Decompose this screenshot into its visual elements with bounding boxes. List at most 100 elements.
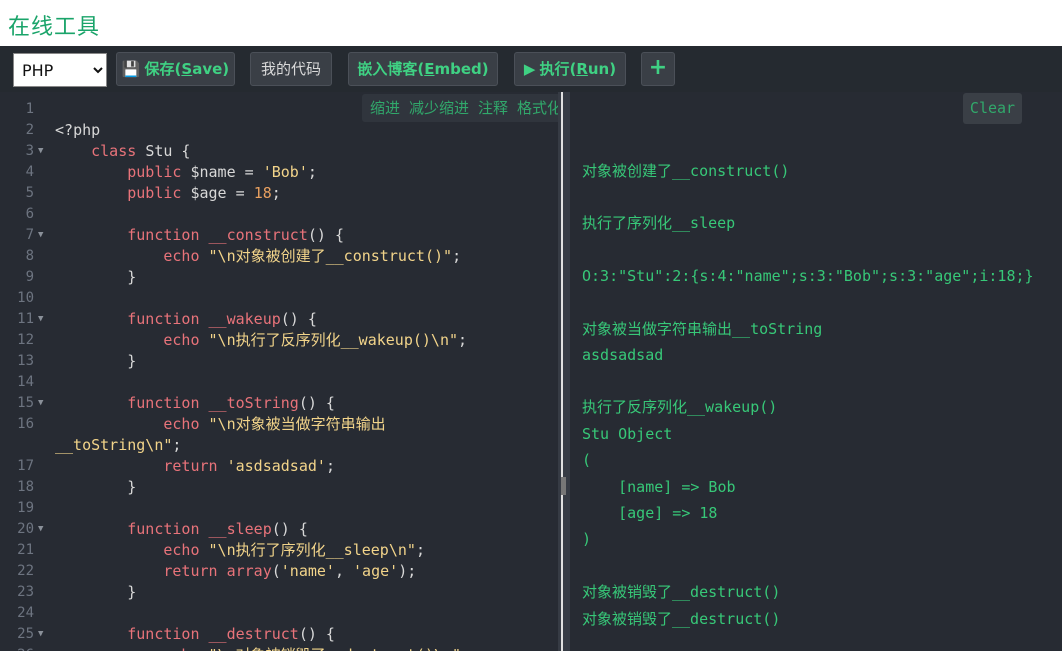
splitter-grip-icon[interactable]: [561, 477, 566, 495]
fold-arrow-icon[interactable]: ▼: [38, 624, 43, 645]
function-name: __destruct: [208, 625, 299, 643]
line-number: 18: [17, 479, 34, 495]
keyword: class: [91, 142, 137, 160]
keyword: echo: [163, 646, 199, 651]
save-label-key: S: [181, 60, 193, 78]
code-text: }: [55, 478, 137, 496]
code-line: 18 }: [0, 477, 558, 498]
fold-arrow-icon[interactable]: ▼: [38, 141, 43, 162]
line-number: 22: [17, 563, 34, 579]
splitter-line: [561, 495, 563, 651]
string-literal: 'Bob': [262, 163, 308, 181]
code-line: __toString\n";: [0, 435, 558, 456]
clear-button[interactable]: Clear: [963, 93, 1022, 124]
plus-icon: +: [648, 55, 668, 80]
editor-context-menu: 缩进 减少缩进 注释 格式化: [362, 94, 580, 122]
code-text: public $name = 'Bob';: [127, 163, 317, 181]
line-number: 11: [17, 311, 34, 327]
keyword: public: [127, 184, 182, 202]
line-number: 12: [17, 332, 34, 348]
save-label-pre: 保存(: [144, 60, 182, 78]
keyword: function: [127, 226, 200, 244]
string-literal: 'asdsadsad': [226, 457, 326, 475]
output-line: 执行了反序列化__wakeup(): [582, 398, 778, 416]
string-literal: 'age': [353, 562, 399, 580]
string-literal: "\n对象被当做字符串输出: [208, 415, 386, 433]
line-number: 13: [17, 353, 34, 369]
code-line: 5 public $age = 18;: [0, 183, 558, 204]
embed-label-pre: 嵌入博客(: [357, 60, 425, 78]
keyword: echo: [163, 247, 200, 265]
function-name: __wakeup: [208, 310, 281, 328]
line-number: 10: [17, 290, 34, 306]
line-number: 4: [25, 164, 34, 180]
keyword: return: [163, 457, 218, 475]
indent-action[interactable]: 缩进: [370, 99, 400, 117]
pane-splitter[interactable]: [558, 92, 570, 651]
code-editor[interactable]: 1 2 <?php 3 ▼ class Stu { 4 public $name = 'B…: [0, 92, 558, 651]
keyword: function: [127, 394, 200, 412]
line-number: 6: [25, 206, 34, 222]
code-line: 2 <?php: [0, 120, 558, 141]
output-line: 对象被创建了__construct(): [582, 162, 790, 180]
run-button[interactable]: ▶ 执行(Run): [514, 52, 626, 86]
line-number: 3: [25, 143, 34, 159]
outdent-action[interactable]: 减少缩进: [409, 99, 469, 117]
code-text: }: [55, 352, 137, 370]
code-line: 3 ▼ class Stu {: [0, 141, 558, 162]
top-header: 在线工具: [0, 0, 1062, 46]
code-line: 22 return array('name', 'age');: [0, 561, 558, 582]
code-line: 17 return 'asdsadsad';: [0, 456, 558, 477]
line-number: 23: [17, 584, 34, 600]
function-name: __sleep: [208, 520, 272, 538]
embed-button[interactable]: 嵌入博客(Embed): [348, 52, 498, 86]
line-number: 25: [17, 626, 34, 642]
output-line: ): [582, 530, 592, 548]
output-line: 对象被销毁了__destruct(): [582, 583, 781, 601]
code-line: 12 echo "\n执行了反序列化__wakeup()\n";: [0, 330, 558, 351]
fold-arrow-icon[interactable]: ▼: [38, 393, 43, 414]
code-line: 8 echo "\n对象被创建了__construct()";: [0, 246, 558, 267]
output-line: 对象被当做字符串输出__toString: [582, 320, 823, 338]
run-label-pre: 执行(: [539, 60, 577, 78]
run-label-post: un): [587, 60, 617, 78]
line-number: 26: [0, 645, 34, 651]
fold-arrow-icon[interactable]: ▼: [38, 309, 43, 330]
code-text: function __construct() {: [127, 226, 344, 244]
fold-arrow-icon[interactable]: ▼: [38, 225, 43, 246]
line-number: 14: [17, 374, 34, 390]
add-button[interactable]: +: [641, 52, 675, 86]
identifier: php: [73, 121, 101, 139]
line-number: 17: [17, 458, 34, 474]
comment-action[interactable]: 注释: [478, 99, 508, 117]
code-line: 20 ▼ function __sleep() {: [0, 519, 558, 540]
code-line: 21 echo "\n执行了序列化__sleep\n";: [0, 540, 558, 561]
language-select[interactable]: PHP: [13, 53, 107, 87]
code-text: echo "\n对象被当做字符串输出: [55, 414, 386, 435]
code-text: function __wakeup() {: [127, 310, 317, 328]
line-number: 20: [17, 521, 34, 537]
code-line: 16 echo "\n对象被当做字符串输出: [0, 414, 558, 435]
code-text: function __sleep() {: [127, 520, 308, 538]
code-line: 26 echo "\n对象被销毁了__destruct()\n";: [0, 645, 558, 651]
keyword: echo: [163, 331, 200, 349]
embed-label-key: E: [424, 60, 435, 78]
save-button[interactable]: 💾 保存(Save): [116, 52, 235, 86]
embed-label-post: mbed): [434, 60, 489, 78]
line-number: 1: [25, 101, 34, 117]
keyword: array: [226, 562, 272, 580]
code-text: echo "\n执行了序列化__sleep\n";: [163, 541, 425, 559]
code-line: 15 ▼ function __toString() {: [0, 393, 558, 414]
variable: $age: [190, 184, 227, 202]
keyword: function: [127, 310, 200, 328]
code-line: 24: [0, 603, 558, 624]
string-literal: 'name': [280, 562, 335, 580]
function-name: __construct: [208, 226, 308, 244]
my-code-button[interactable]: 我的代码: [250, 52, 332, 86]
code-text: echo "\n对象被创建了__construct()";: [163, 247, 462, 265]
fold-arrow-icon[interactable]: ▼: [38, 519, 43, 540]
site-title[interactable]: 在线工具: [8, 9, 100, 41]
keyword: return: [163, 562, 218, 580]
format-action[interactable]: 格式化: [517, 99, 562, 117]
output-line: [age] => 18: [582, 504, 718, 522]
